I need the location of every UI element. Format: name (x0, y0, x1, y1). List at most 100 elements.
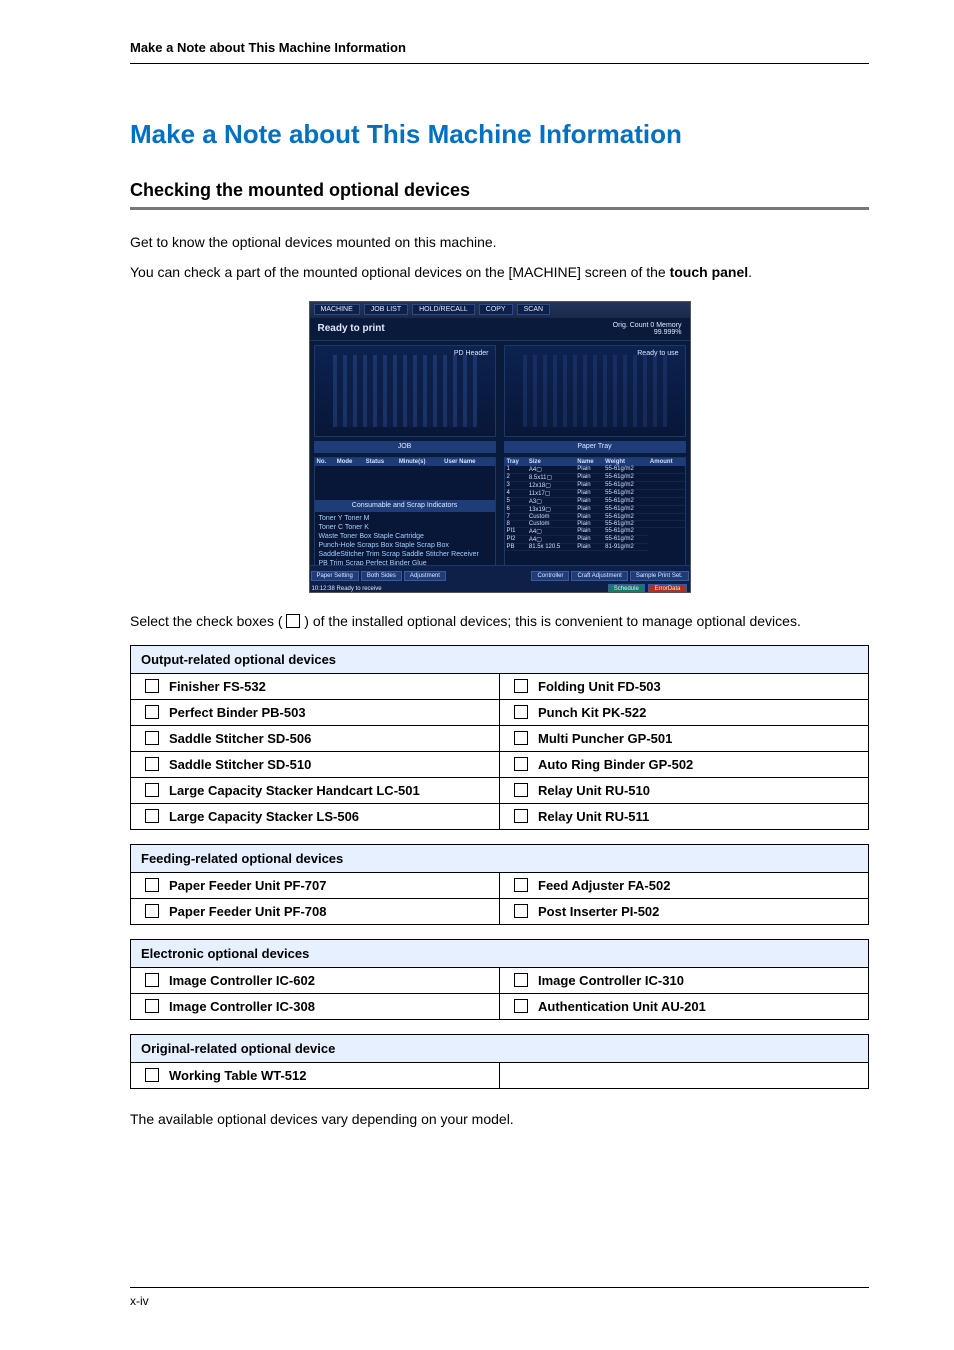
section-subtitle: Checking the mounted optional devices (130, 180, 869, 201)
options-table: Original-related optional deviceWorking … (130, 1034, 869, 1089)
ss-tray-preview: Ready to use (504, 345, 686, 437)
option-checkbox[interactable] (514, 999, 528, 1013)
ss-cell: 81.5x 120.5 (527, 543, 575, 550)
option-checkbox[interactable] (145, 809, 159, 823)
option-label: Paper Feeder Unit PF-708 (169, 904, 327, 919)
option-checkbox[interactable] (514, 878, 528, 892)
footer-note: The available optional devices vary depe… (130, 1111, 869, 1127)
options-cell (500, 1062, 869, 1088)
options-cell: Image Controller IC-310 (500, 967, 869, 993)
ss-machine-image (333, 355, 477, 427)
ss-section-left: JOB (314, 441, 496, 453)
ss-tab: SCAN (517, 304, 550, 315)
ss-list-item: Waste Toner Box Staple Cartridge (319, 532, 491, 541)
option-label: Authentication Unit AU-201 (538, 999, 706, 1014)
options-cell: Multi Puncher GP-501 (500, 725, 869, 751)
ss-tray-panel: Tray Size Name Weight Amount 1A4▢Plain55… (504, 457, 686, 569)
option-checkbox[interactable] (145, 973, 159, 987)
ss-cell (648, 473, 685, 481)
option-checkbox[interactable] (145, 878, 159, 892)
ss-cell: Custom (527, 520, 575, 527)
ss-cell: 55-61g/m2 (603, 513, 648, 520)
ss-cell: 55-61g/m2 (603, 466, 648, 474)
option-label: Image Controller IC-310 (538, 973, 684, 988)
ss-cell: PI1 (505, 527, 527, 535)
ss-col: Tray (505, 458, 527, 466)
ss-cell: A4▢ (527, 527, 575, 535)
options-cell: Folding Unit FD-503 (500, 673, 869, 699)
page-title: Make a Note about This Machine Informati… (130, 119, 869, 150)
options-table: Output-related optional devicesFinisher … (130, 645, 869, 830)
option-checkbox[interactable] (514, 904, 528, 918)
option-label: Folding Unit FD-503 (538, 679, 661, 694)
ss-cell: 11x17▢ (527, 489, 575, 497)
ss-col: Minute(s) (397, 458, 442, 466)
options-cell: Authentication Unit AU-201 (500, 993, 869, 1019)
ss-cell: 81-91g/m2 (603, 543, 648, 550)
ss-cell (648, 466, 685, 474)
options-table-heading: Output-related optional devices (131, 645, 869, 673)
ss-cell: 55-61g/m2 (603, 497, 648, 505)
ss-cell: 7 (505, 513, 527, 520)
options-cell: Punch Kit PK-522 (500, 699, 869, 725)
option-checkbox[interactable] (145, 757, 159, 771)
ss-btn: Paper Setting (311, 571, 359, 581)
paragraph-2a: You can check a part of the mounted opti… (130, 264, 670, 280)
option-checkbox[interactable] (145, 1068, 159, 1082)
options-cell: Saddle Stitcher SD-506 (131, 725, 500, 751)
option-checkbox[interactable] (145, 731, 159, 745)
ss-cell: 55-61g/m2 (603, 505, 648, 513)
option-checkbox[interactable] (514, 973, 528, 987)
ss-cell: PB (505, 543, 527, 550)
option-checkbox[interactable] (514, 731, 528, 745)
ss-cell: Plain (575, 527, 603, 535)
ss-cell: 55-61g/m2 (603, 473, 648, 481)
option-label: Saddle Stitcher SD-510 (169, 757, 311, 772)
checkbox-glyph-icon (286, 614, 300, 628)
options-cell: Feed Adjuster FA-502 (500, 872, 869, 898)
options-cell: Finisher FS-532 (131, 673, 500, 699)
ss-cell: 2 (505, 473, 527, 481)
paragraph-1: Get to know the optional devices mounted… (130, 232, 869, 252)
option-checkbox[interactable] (514, 757, 528, 771)
ss-section-right: Paper Tray (504, 441, 686, 453)
option-checkbox[interactable] (145, 783, 159, 797)
option-checkbox[interactable] (514, 679, 528, 693)
option-label: Saddle Stitcher SD-506 (169, 731, 311, 746)
options-table: Electronic optional devicesImage Control… (130, 939, 869, 1020)
ss-cell (648, 489, 685, 497)
options-cell: Paper Feeder Unit PF-707 (131, 872, 500, 898)
option-checkbox[interactable] (145, 999, 159, 1013)
ss-pct: 99.999% (654, 329, 682, 336)
ss-cell: Custom (527, 513, 575, 520)
machine-screen-screenshot: MACHINE JOB LIST HOLD/RECALL COPY SCAN R… (309, 301, 691, 593)
ss-job-panel: No. Mode Status Minute(s) User Name Cons… (314, 457, 496, 569)
option-checkbox[interactable] (514, 809, 528, 823)
option-label: Multi Puncher GP-501 (538, 731, 672, 746)
select-line-b: ) of the installed optional devices; thi… (300, 613, 800, 629)
option-checkbox[interactable] (514, 705, 528, 719)
ss-cell: A4▢ (527, 535, 575, 543)
option-label: Paper Feeder Unit PF-707 (169, 878, 327, 893)
ss-cell: Plain (575, 466, 603, 474)
option-checkbox[interactable] (145, 705, 159, 719)
ss-orig-count: Orig. Count 0 Memory (613, 322, 682, 329)
options-table-heading: Feeding-related optional devices (131, 844, 869, 872)
ss-list-item: Punch-Hole Scraps Box Staple Scrap Box (319, 541, 491, 550)
option-label: Image Controller IC-308 (169, 999, 315, 1014)
ss-cell: Plain (575, 489, 603, 497)
ss-cell: 55-61g/m2 (603, 520, 648, 527)
option-checkbox[interactable] (145, 679, 159, 693)
option-checkbox[interactable] (145, 904, 159, 918)
ss-left-list: Toner Y Toner MToner C Toner KWaste Tone… (315, 512, 495, 569)
ss-btn: Craft Adjustment (571, 571, 627, 581)
options-cell: Large Capacity Stacker LS-506 (131, 803, 500, 829)
option-checkbox[interactable] (514, 783, 528, 797)
options-table: Feeding-related optional devices Paper Fe… (130, 844, 869, 925)
ss-btn-small: ErrorData (648, 584, 686, 593)
ss-cell: Plain (575, 497, 603, 505)
ss-left-list-label: Consumable and Scrap Indicators (315, 500, 495, 512)
paragraph-2c: . (748, 264, 752, 280)
paragraph-2b: touch panel (670, 264, 749, 280)
option-label: Image Controller IC-602 (169, 973, 315, 988)
